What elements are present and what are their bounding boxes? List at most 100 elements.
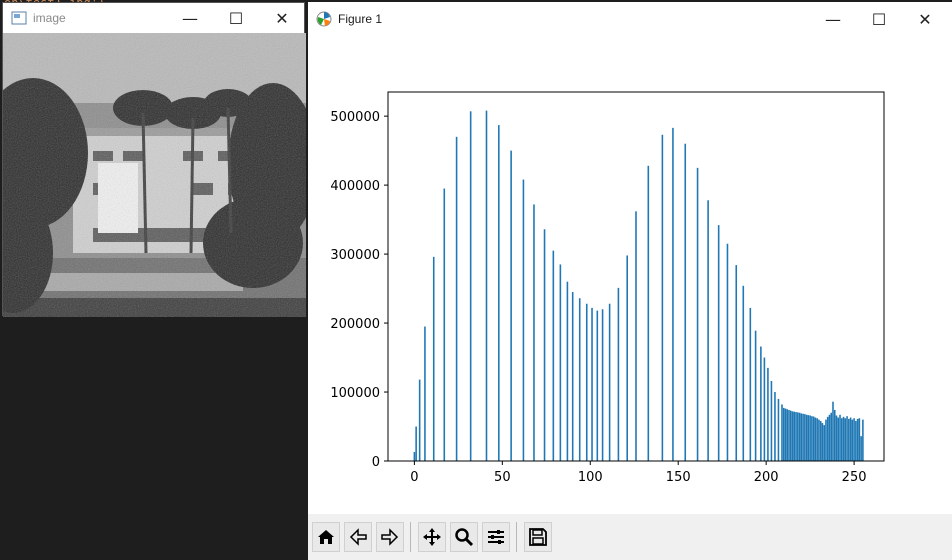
histogram-bar	[767, 367, 769, 461]
image-minimize-button[interactable]: —	[167, 3, 213, 33]
histogram-bar	[777, 398, 780, 461]
histogram-bar	[832, 401, 834, 461]
y-tick-label: 100000	[330, 386, 380, 401]
figure-window: Figure 1 — ☐ ✕ 0 50 100 150 200 250 0 100000 200…	[308, 2, 952, 560]
histogram-bar	[424, 326, 426, 461]
histogram-bar	[749, 307, 752, 461]
histogram-bar	[811, 416, 813, 461]
histogram-bar	[552, 250, 555, 461]
histogram-bar	[684, 143, 687, 461]
home-icon[interactable]	[312, 522, 340, 552]
histogram-bar	[784, 408, 787, 461]
histogram-bar	[469, 111, 472, 462]
histogram-bar	[802, 413, 804, 461]
histogram-bar	[809, 415, 811, 461]
histogram-bar	[856, 418, 859, 461]
histogram-plot[interactable]: 0 50 100 150 200 250 0 100000 200000 300000 400000…	[308, 36, 952, 514]
histogram-bar	[591, 307, 593, 461]
histogram-bar	[717, 225, 720, 461]
histogram-bar	[791, 411, 794, 461]
histogram-bar	[860, 436, 862, 461]
histogram-bar	[522, 179, 525, 461]
histogram-bar	[816, 418, 818, 461]
histogram-bar	[800, 413, 803, 461]
grayscale-photo	[3, 33, 306, 317]
histogram-bar	[696, 167, 699, 462]
figure-minimize-button[interactable]: —	[810, 2, 856, 36]
histogram-bar	[828, 414, 831, 461]
histogram-bar	[726, 243, 729, 461]
configure-subplots-icon[interactable]	[482, 522, 510, 552]
zoom-icon[interactable]	[450, 522, 478, 552]
histogram-bar	[608, 303, 611, 461]
histogram-bar	[846, 416, 848, 461]
histogram-bar	[833, 409, 836, 461]
histogram-bar	[793, 411, 796, 461]
histogram-bar	[818, 419, 820, 461]
histogram-bar	[819, 420, 822, 461]
histogram-bar	[840, 418, 843, 461]
y-tick-label: 400000	[330, 179, 380, 194]
figure-window-titlebar[interactable]: Figure 1 — ☐ ✕	[308, 2, 952, 36]
histogram-bar	[617, 287, 620, 461]
histogram-bar	[849, 417, 852, 461]
histogram-bar	[754, 330, 757, 461]
histogram-bar	[707, 200, 709, 461]
histogram-bar	[763, 357, 766, 461]
histogram-bar	[823, 425, 825, 461]
histogram-bar	[842, 416, 845, 461]
figure-maximize-button[interactable]: ☐	[856, 2, 902, 36]
histogram-bar	[839, 414, 841, 461]
save-icon[interactable]	[524, 522, 552, 552]
figure-window-title: Figure 1	[338, 12, 383, 26]
matplotlib-icon	[316, 11, 332, 27]
x-tick-label: 250	[842, 470, 867, 485]
histogram-bar	[855, 420, 857, 461]
histogram-bar	[837, 417, 840, 461]
figure-close-button[interactable]: ✕	[902, 2, 948, 36]
histogram-bar	[533, 204, 535, 461]
histogram-bar	[672, 127, 674, 461]
histogram-bar	[805, 414, 808, 461]
histogram-bar	[781, 404, 783, 461]
histogram-bar	[807, 415, 810, 461]
histogram-bar	[418, 379, 421, 461]
histogram-bar	[760, 346, 762, 461]
image-window-titlebar[interactable]: image — ☐ ✕	[3, 3, 304, 33]
x-tick-label: 50	[494, 470, 511, 485]
histogram-bar	[571, 292, 574, 461]
y-tick-label: 0	[372, 455, 380, 470]
histogram-bar	[647, 165, 650, 462]
histogram-bar	[830, 412, 833, 461]
histogram-bar	[415, 426, 417, 461]
histogram-bar	[455, 136, 458, 461]
back-icon[interactable]	[344, 522, 372, 552]
histogram-bar	[735, 265, 738, 461]
y-tick-label: 300000	[330, 248, 380, 263]
histogram-bar	[485, 110, 488, 461]
x-tick-label: 100	[578, 470, 603, 485]
histogram-bar	[814, 417, 817, 461]
histogram-bar	[661, 134, 664, 461]
histogram-bar	[596, 310, 599, 461]
histogram-bar	[543, 229, 546, 461]
histogram-bar	[578, 298, 581, 461]
histogram-bar	[797, 412, 799, 461]
histogram-bar	[812, 416, 815, 461]
x-tick-label: 150	[666, 470, 691, 485]
histogram-bar	[786, 409, 789, 461]
histogram-bar	[826, 416, 829, 461]
histogram-bar	[498, 125, 500, 462]
histogram-bar	[432, 256, 435, 461]
x-tick-label: 0	[410, 470, 418, 485]
histogram-bar	[844, 418, 847, 461]
histogram-bar	[413, 452, 416, 461]
histogram-bar	[804, 414, 806, 461]
image-maximize-button[interactable]: ☐	[213, 3, 259, 33]
pan-icon[interactable]	[418, 522, 446, 552]
image-close-button[interactable]: ✕	[259, 3, 305, 33]
histogram-bar	[782, 407, 785, 461]
forward-icon[interactable]	[376, 522, 404, 552]
histogram-bar	[825, 419, 827, 461]
image-window-title: image	[33, 11, 66, 25]
